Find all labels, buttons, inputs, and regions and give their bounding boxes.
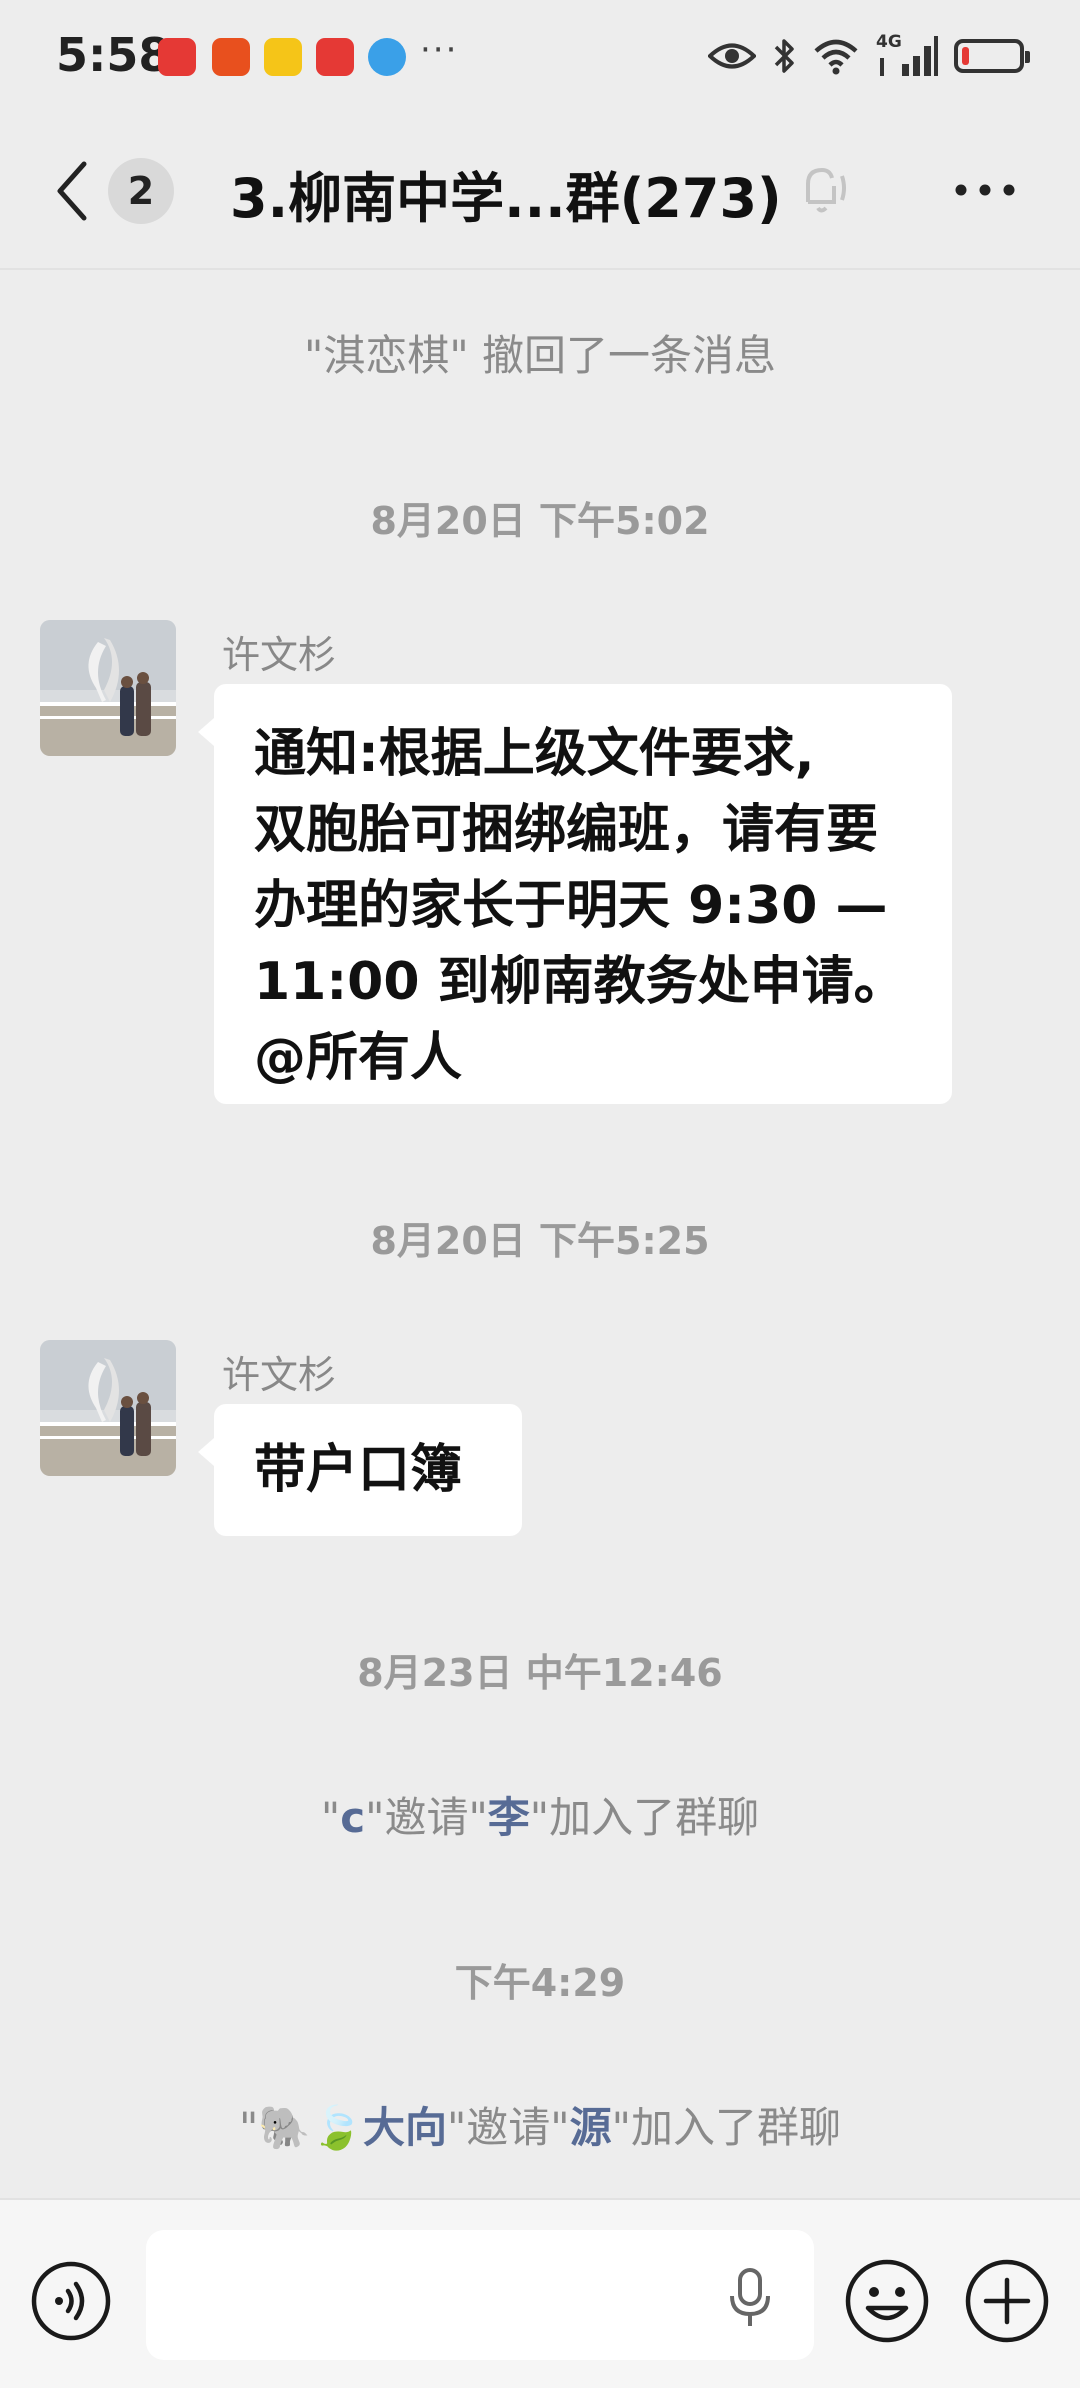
battery-icon (954, 39, 1030, 73)
bluetooth-icon (774, 39, 794, 73)
sender-name: 许文杉 (222, 633, 337, 677)
timestamp: 8月20日 下午5:02 (370, 499, 710, 543)
chat-title: 3.柳南中学...群(273) (230, 167, 782, 230)
huawei-store-icon (158, 38, 196, 76)
status-time: 5:58 (56, 28, 171, 82)
sender-name: 许文杉 (222, 1353, 337, 1397)
wifi-icon (814, 39, 858, 75)
invite-notice: "🐘🍃大向"邀请"源"加入了群聊 (0, 2094, 1080, 2155)
invitee-name[interactable]: 源 (570, 2103, 612, 2152)
app-notice-icon (212, 38, 250, 76)
weibo-icon (264, 38, 302, 76)
message-line: 双胞胎可捆绑编班，请有要 (254, 800, 879, 860)
back-button[interactable] (48, 156, 98, 226)
timestamp: 下午4:29 (454, 1961, 626, 2005)
inviter-emoji: 🐘🍃 (258, 2103, 363, 2152)
invite-text: "加入了群聊 (529, 1793, 760, 1842)
invite-text: "邀请" (446, 2103, 570, 2152)
invitee-name[interactable]: 李 (488, 1793, 530, 1842)
invite-text: " (239, 2103, 259, 2152)
invite-text: " (320, 1793, 341, 1842)
invite-text: "邀请" (365, 1793, 488, 1842)
unread-count-badge[interactable]: 2 (108, 158, 174, 224)
message-bubble[interactable]: 通知:根据上级文件要求, 双胞胎可捆绑编班，请有要 办理的家长于明天 9:30 … (198, 684, 952, 1104)
mute-bell-icon (806, 167, 846, 213)
reader-icon (316, 38, 354, 76)
message-bubble[interactable]: 带户口簿 (198, 1404, 522, 1536)
header-divider (0, 268, 1080, 270)
message-input[interactable] (146, 2230, 814, 2360)
microphone-icon[interactable] (728, 2266, 772, 2330)
invite-notice: "c"邀请"李"加入了群聊 (0, 1784, 1080, 1845)
timestamp: 8月20日 下午5:25 (370, 1219, 710, 1263)
system-icons: 4G (708, 30, 1030, 82)
inviter-name[interactable]: 大向 (363, 2103, 447, 2152)
overflow-dots: ··· (420, 30, 459, 70)
avatar[interactable] (40, 1340, 176, 1476)
message-line: 11:00 到柳南教务处申请。 (254, 952, 906, 1012)
message-line: @所有人 (254, 1028, 463, 1088)
message-line: 办理的家长于明天 9:30 — (254, 876, 888, 936)
avatar[interactable] (40, 620, 176, 756)
inviter-name[interactable]: c (340, 1793, 365, 1842)
eye-icon (708, 43, 756, 69)
signal-icon: 4G (876, 32, 938, 78)
chat-header: 2 3.柳南中学...群(273) (0, 116, 1080, 268)
battery-level (962, 47, 970, 65)
voice-mode-button[interactable] (30, 2260, 112, 2342)
status-bar: 5:58 ··· 4G (0, 0, 1080, 116)
browser-icon (368, 38, 406, 76)
message-line: 通知:根据上级文件要求, (254, 724, 815, 784)
timestamp: 8月23日 中午12:46 (357, 1651, 723, 1695)
message-text: 带户口簿 (254, 1440, 463, 1500)
more-functions-button[interactable] (964, 2258, 1050, 2344)
more-options-button[interactable] (950, 170, 1020, 210)
recall-notice: "淇恋棋" 撤回了一条消息 (304, 331, 776, 380)
invite-text: "加入了群聊 (611, 2103, 841, 2152)
input-bar (0, 2198, 1080, 2388)
emoji-button[interactable] (844, 2258, 930, 2344)
